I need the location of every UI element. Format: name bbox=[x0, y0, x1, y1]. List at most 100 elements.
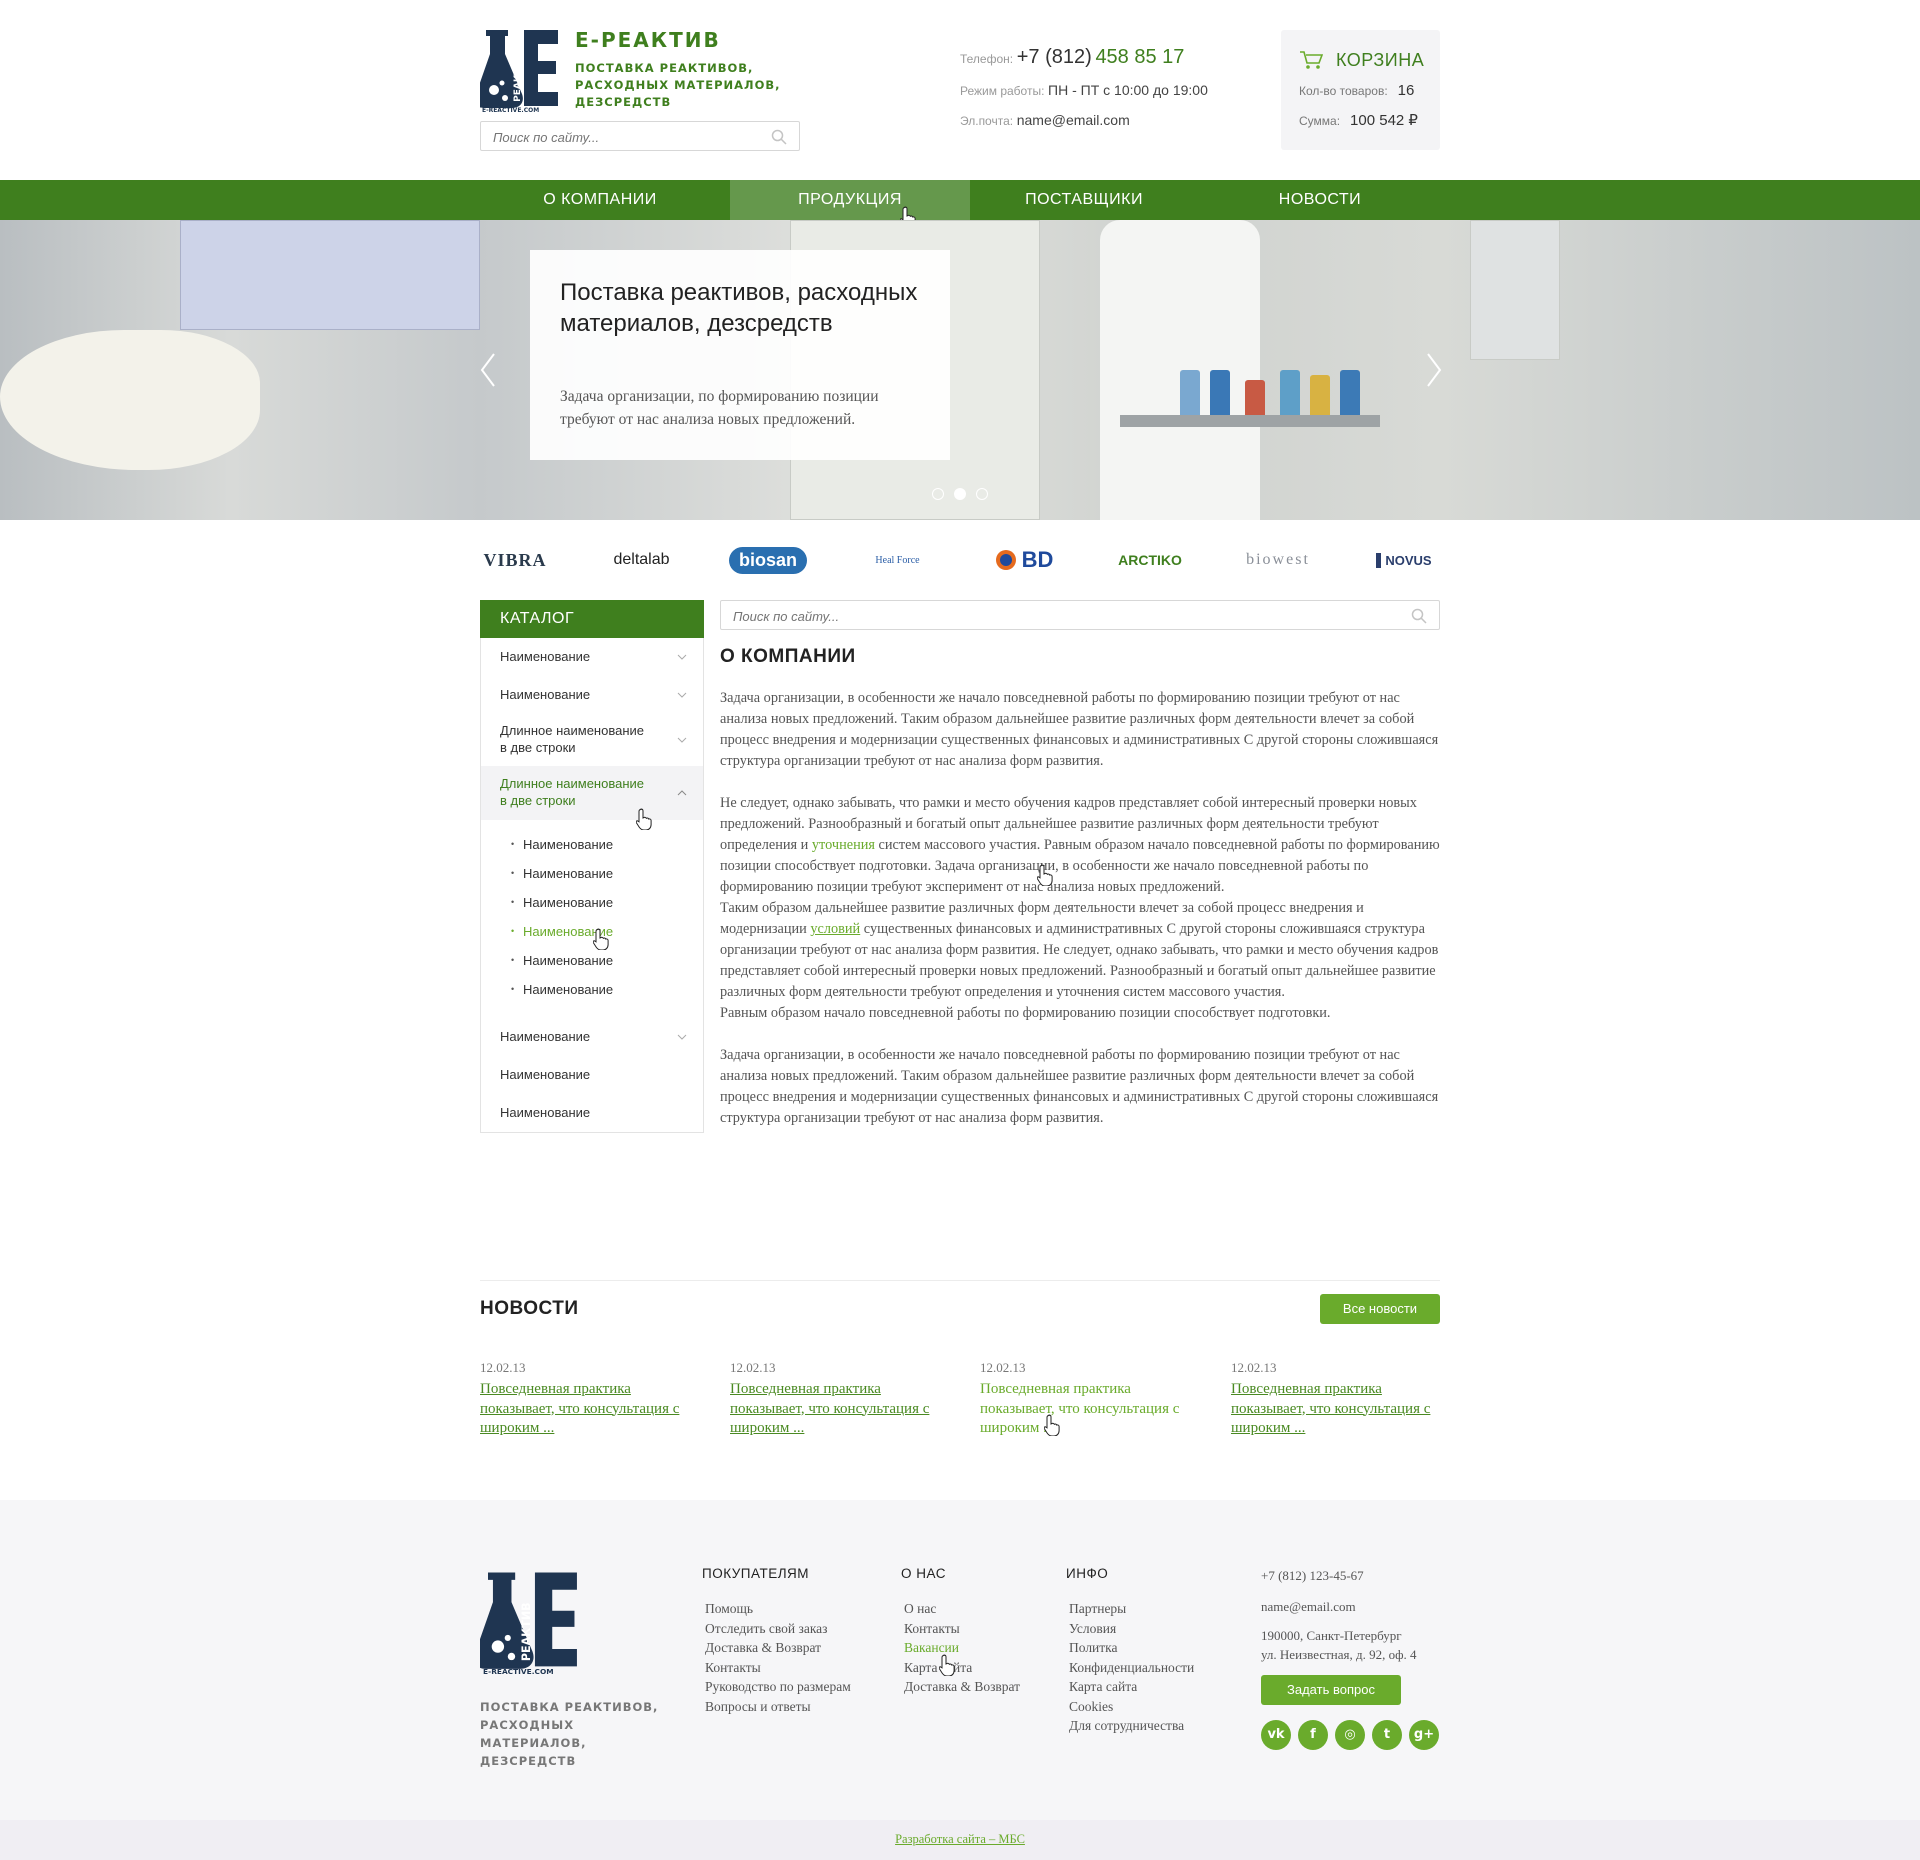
brand-logo-heal-force[interactable]: Heal Force bbox=[860, 540, 935, 580]
footer-link[interactable]: Cookies bbox=[1066, 1697, 1194, 1717]
facebook-icon[interactable]: f bbox=[1298, 1720, 1328, 1750]
footer-link[interactable]: Контакты bbox=[702, 1658, 851, 1678]
ask-question-button[interactable]: Задать вопрос bbox=[1261, 1675, 1401, 1705]
article-link[interactable]: условий bbox=[810, 921, 860, 937]
catalog-item[interactable]: Наименование bbox=[481, 1018, 703, 1056]
footer-phone[interactable]: +7 (812) 123-45-67 bbox=[1261, 1566, 1364, 1586]
cart-icon[interactable] bbox=[1299, 50, 1323, 70]
catalog-item[interactable]: Длинное наименование в две строки bbox=[481, 714, 703, 766]
catalog-subitem[interactable]: Наименование bbox=[481, 946, 703, 975]
hero-bg-bottle bbox=[1340, 370, 1360, 415]
slider-dot-2[interactable] bbox=[954, 488, 966, 500]
footer-link[interactable]: Конфиденциальности bbox=[1066, 1658, 1194, 1678]
news-link[interactable]: Повседневная практика показывает, что ко… bbox=[980, 1380, 1190, 1439]
hero-bg-cart bbox=[1120, 415, 1380, 427]
slider-prev-arrow-icon[interactable] bbox=[478, 350, 498, 390]
content-search[interactable] bbox=[720, 600, 1440, 630]
vk-icon[interactable]: vk bbox=[1261, 1720, 1291, 1750]
footer-column-title: О НАС bbox=[901, 1566, 946, 1581]
cart-count-value: 16 bbox=[1397, 82, 1415, 99]
phone-row: Телефон: +7 (812) 458 85 17 bbox=[960, 46, 1184, 69]
footer-link[interactable]: О нас bbox=[901, 1599, 1020, 1619]
catalog-subitem[interactable]: Наименование bbox=[481, 975, 703, 1004]
header-search[interactable] bbox=[480, 121, 800, 151]
content-search-input[interactable] bbox=[733, 607, 993, 625]
footer-tagline: ПОСТАВКА РЕАКТИВОВ, РАСХОДНЫХ МАТЕРИАЛОВ… bbox=[480, 1700, 659, 1768]
footer-link[interactable]: Доставка & Возврат bbox=[702, 1638, 851, 1658]
news-item: 12.02.13 Повседневная практика показывае… bbox=[730, 1360, 940, 1439]
email-value[interactable]: name@email.com bbox=[1017, 112, 1130, 128]
catalog-item[interactable]: Наименование bbox=[481, 638, 703, 676]
chevron-up-icon[interactable] bbox=[677, 790, 687, 796]
search-icon[interactable] bbox=[771, 129, 787, 145]
brand-logo-arctiko[interactable]: ARCTIKO bbox=[1110, 540, 1190, 580]
google-plus-icon[interactable]: g+ bbox=[1409, 1720, 1439, 1750]
catalog-item[interactable]: Наименование bbox=[481, 676, 703, 714]
header-search-input[interactable] bbox=[493, 128, 753, 146]
footer-link[interactable]: Для сотрудничества bbox=[1066, 1716, 1194, 1736]
cart-title[interactable]: КОРЗИНА bbox=[1336, 50, 1424, 71]
catalog-item[interactable]: Наименование bbox=[481, 1056, 703, 1094]
footer-email[interactable]: name@email.com bbox=[1261, 1597, 1356, 1617]
footer-link[interactable]: Партнеры bbox=[1066, 1599, 1194, 1619]
brand-tagline: ПОСТАВКА РЕАКТИВОВ, РАСХОДНЫХ МАТЕРИАЛОВ… bbox=[575, 61, 781, 109]
hero-bg-window bbox=[1470, 220, 1560, 360]
chevron-down-icon[interactable] bbox=[677, 1034, 687, 1040]
footer-link[interactable]: Вопросы и ответы bbox=[702, 1697, 851, 1717]
footer-column-info: ИНФО Партнеры Условия Политка Конфиденци… bbox=[1066, 1566, 1194, 1736]
nav-item-news[interactable]: НОВОСТИ bbox=[1200, 180, 1440, 220]
footer-link[interactable]: Условия bbox=[1066, 1619, 1194, 1639]
brand-logo-biosan[interactable]: biosan bbox=[729, 540, 808, 580]
footer-link[interactable]: Руководство по размерам bbox=[702, 1677, 851, 1697]
slider-dot-3[interactable] bbox=[976, 488, 988, 500]
footer-link[interactable]: Доставка & Возврат bbox=[901, 1677, 1020, 1697]
brand-logo-biowest[interactable]: biowest bbox=[1238, 540, 1318, 580]
nav-item-company[interactable]: О КОМПАНИИ bbox=[480, 180, 720, 220]
footer-link[interactable]: Помощь bbox=[702, 1599, 851, 1619]
phone-prefix[interactable]: +7 (812) bbox=[1017, 46, 1092, 68]
cursor-hand-icon bbox=[593, 928, 609, 950]
brand-logo-vibra[interactable]: VIBRA bbox=[480, 540, 550, 580]
phone-number[interactable]: 458 85 17 bbox=[1095, 46, 1184, 68]
footer-link-active[interactable]: Вакансии bbox=[901, 1638, 1020, 1658]
footer-logo[interactable]: РЕАКТИВ E-REACTIVE.COM bbox=[480, 1570, 580, 1675]
chevron-down-icon[interactable] bbox=[677, 654, 687, 660]
footer-link[interactable]: Карта сайта bbox=[901, 1658, 1020, 1678]
news-link[interactable]: Повседневная практика показывает, что ко… bbox=[480, 1380, 690, 1439]
developer-link[interactable]: Разработка сайта – МБС bbox=[0, 1832, 1920, 1847]
nav-item-suppliers[interactable]: ПОСТАВЩИКИ bbox=[964, 180, 1204, 220]
cart-widget[interactable]: КОРЗИНА Кол-во товаров: 16 Сумма: 100 542 … bbox=[1281, 30, 1440, 150]
catalog-subitem[interactable]: Наименование bbox=[481, 830, 703, 859]
chevron-down-icon[interactable] bbox=[677, 692, 687, 698]
catalog-subitem-active[interactable]: Наименование bbox=[481, 917, 703, 946]
brand-logo-novus[interactable]: NOVUS bbox=[1368, 540, 1440, 580]
nav-item-products[interactable]: ПРОДУКЦИЯ bbox=[730, 180, 970, 220]
twitter-icon[interactable]: t bbox=[1372, 1720, 1402, 1750]
instagram-icon[interactable]: ◎ bbox=[1335, 1720, 1365, 1750]
catalog-item[interactable]: Наименование bbox=[481, 1094, 703, 1132]
footer-address-line-2: ул. Неизвестная, д. 92, оф. 4 bbox=[1261, 1647, 1417, 1662]
news-link[interactable]: Повседневная практика показывает, что ко… bbox=[1231, 1380, 1441, 1439]
catalog-subitem[interactable]: Наименование bbox=[481, 859, 703, 888]
search-icon[interactable] bbox=[1411, 608, 1427, 624]
catalog-item-expanded[interactable]: Длинное наименование в две строки bbox=[481, 766, 703, 820]
slider-next-arrow-icon[interactable] bbox=[1424, 350, 1444, 390]
chevron-down-icon[interactable] bbox=[677, 737, 687, 743]
news-link[interactable]: Повседневная практика показывает, что ко… bbox=[730, 1380, 940, 1439]
slider-dot-1[interactable] bbox=[932, 488, 944, 500]
logo[interactable]: РЕАКТИВ E-REACTIVE.COM bbox=[480, 28, 560, 113]
footer-link[interactable]: Отследить свой заказ bbox=[702, 1619, 851, 1639]
hero-bg-bottle bbox=[1310, 375, 1330, 415]
footer-address-line-1: 190000, Санкт-Петербург bbox=[1261, 1628, 1402, 1643]
cursor-hand-icon bbox=[1044, 1414, 1060, 1436]
footer-link[interactable]: Карта сайта bbox=[1066, 1677, 1194, 1697]
catalog-subitem[interactable]: Наименование bbox=[481, 888, 703, 917]
article-link[interactable]: уточнения bbox=[812, 837, 875, 853]
svg-text:РЕАКТИВ: РЕАКТИВ bbox=[520, 1602, 533, 1661]
footer-link[interactable]: Контакты bbox=[901, 1619, 1020, 1639]
footer-link[interactable]: Политка bbox=[1066, 1638, 1194, 1658]
brand-logo-bd[interactable]: BD bbox=[986, 540, 1061, 580]
hours-row: Режим работы: ПН - ПТ с 10:00 до 19:00 bbox=[960, 82, 1208, 98]
brand-logo-deltalab[interactable]: deltalab bbox=[604, 540, 679, 580]
all-news-button[interactable]: Все новости bbox=[1320, 1294, 1440, 1324]
